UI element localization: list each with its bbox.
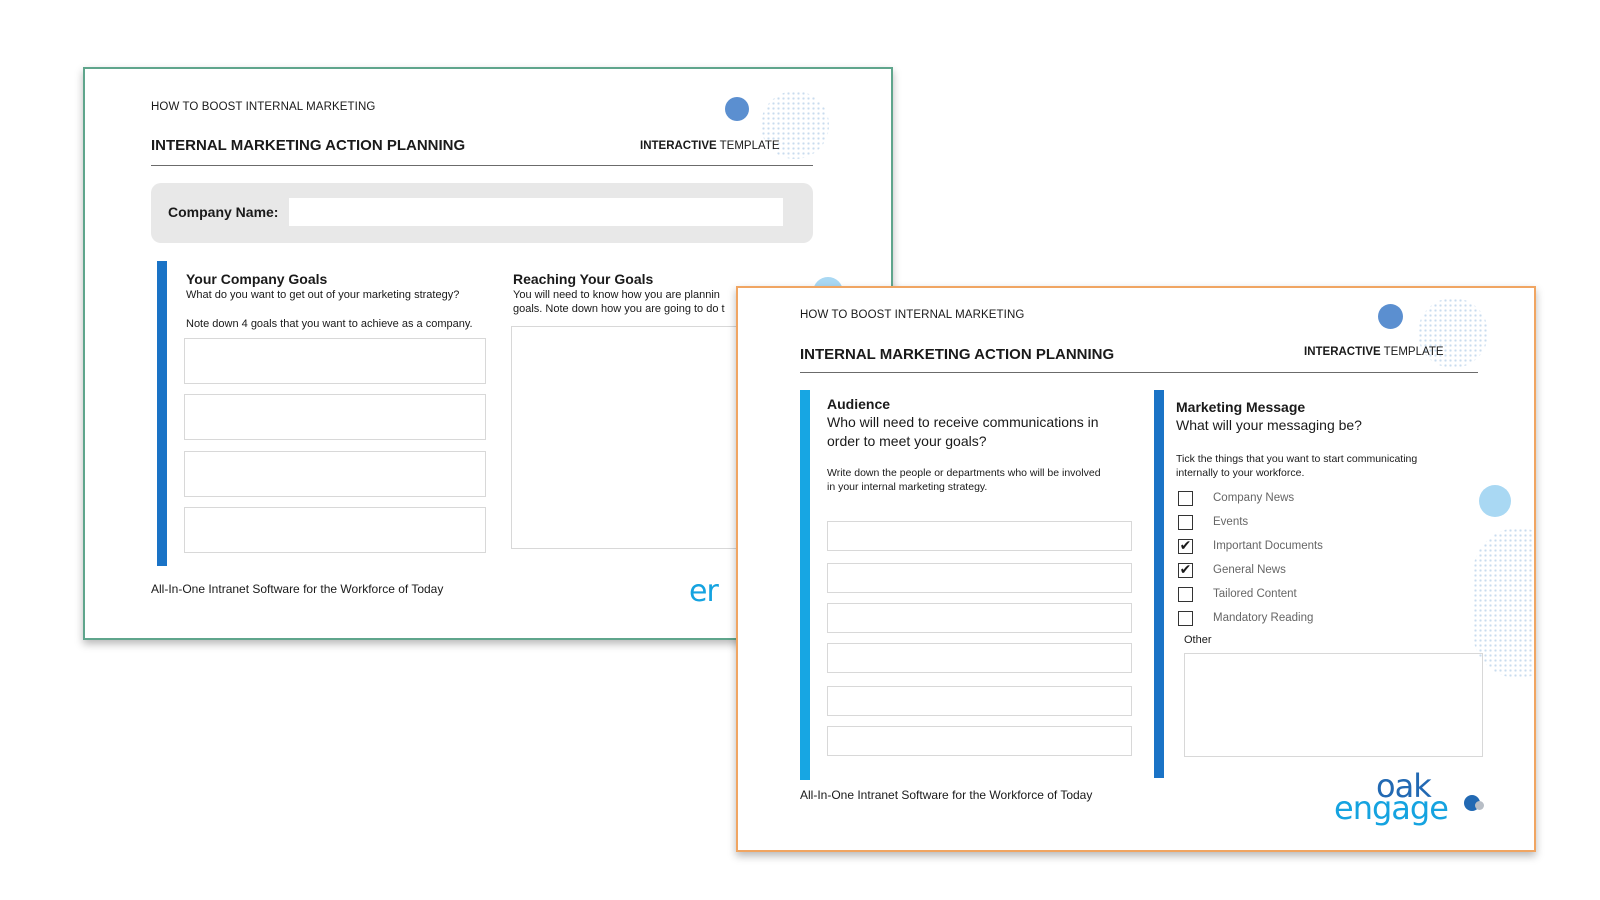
company-name-input[interactable] xyxy=(289,198,783,226)
option-label: Mandatory Reading xyxy=(1213,612,1314,624)
template-tag: INTERACTIVE TEMPLATE xyxy=(1304,346,1444,358)
title-rule xyxy=(800,372,1478,373)
goals-title: Your Company Goals xyxy=(186,271,328,287)
audience-title: Audience xyxy=(827,396,891,412)
option-label: Events xyxy=(1213,516,1249,528)
message-options-list: Company News Events ✔ Important Documents… xyxy=(1178,486,1323,630)
option-label: Company News xyxy=(1213,492,1295,504)
message-note-1: Tick the things that you want to start c… xyxy=(1176,453,1418,465)
audience-field-4[interactable] xyxy=(827,643,1132,673)
checkbox[interactable]: ✔ xyxy=(1178,562,1193,578)
logo-engage-text: engage xyxy=(1334,789,1449,827)
audience-field-2[interactable] xyxy=(827,563,1132,593)
template-tag: INTERACTIVE TEMPLATE xyxy=(640,140,780,152)
option-row-general-news[interactable]: ✔ General News xyxy=(1178,558,1323,582)
audience-field-3[interactable] xyxy=(827,603,1132,633)
footer-tagline: All-In-One Intranet Software for the Wor… xyxy=(800,788,1093,802)
option-label: General News xyxy=(1213,564,1286,576)
oak-engage-logo: oak engage xyxy=(1334,770,1494,840)
reaching-line-2: goals. Note down how you are going to do… xyxy=(513,303,725,315)
option-label: Tailored Content xyxy=(1213,588,1297,600)
decor-circle-light xyxy=(1479,485,1511,517)
audience-field-5[interactable] xyxy=(827,686,1132,716)
page-title: INTERNAL MARKETING ACTION PLANNING xyxy=(800,346,1115,363)
front-template-page: HOW TO BOOST INTERNAL MARKETING INTERNAL… xyxy=(736,286,1536,852)
audience-subtitle-2: order to meet your goals? xyxy=(827,433,987,449)
page-kicker: HOW TO BOOST INTERNAL MARKETING xyxy=(800,309,1025,321)
checkbox[interactable] xyxy=(1178,490,1193,506)
option-row-company-news[interactable]: Company News xyxy=(1178,486,1323,510)
tag-bold: INTERACTIVE xyxy=(1304,346,1381,358)
decor-circle xyxy=(1378,304,1403,329)
option-row-mandatory-reading[interactable]: Mandatory Reading xyxy=(1178,606,1323,630)
title-rule xyxy=(151,165,813,166)
checkbox[interactable] xyxy=(1178,586,1193,602)
checkbox[interactable] xyxy=(1178,514,1193,530)
page-title: INTERNAL MARKETING ACTION PLANNING xyxy=(151,137,466,154)
other-label: Other xyxy=(1184,634,1212,646)
decor-circle xyxy=(725,97,749,121)
tag-rest: TEMPLATE xyxy=(716,140,780,152)
option-row-tailored-content[interactable]: Tailored Content xyxy=(1178,582,1323,606)
decor-dots-tall xyxy=(1473,528,1534,678)
tag-rest: TEMPLATE xyxy=(1380,346,1444,358)
option-row-important-documents[interactable]: ✔ Important Documents xyxy=(1178,534,1323,558)
audience-subtitle-1: Who will need to receive communications … xyxy=(827,414,1099,430)
audience-note-2: in your internal marketing strategy. xyxy=(827,481,988,493)
message-note-2: internally to your workforce. xyxy=(1176,467,1305,479)
goals-note: Note down 4 goals that you want to achie… xyxy=(186,318,473,330)
message-subtitle: What will your messaging be? xyxy=(1176,417,1362,433)
message-title: Marketing Message xyxy=(1176,399,1306,415)
audience-note-1: Write down the people or departments who… xyxy=(827,467,1101,479)
audience-field-6[interactable] xyxy=(827,726,1132,756)
logo-dot-gray-icon xyxy=(1475,801,1484,810)
other-field[interactable] xyxy=(1184,653,1483,757)
audience-accent-bar xyxy=(800,390,810,780)
option-label: Important Documents xyxy=(1213,540,1323,552)
goals-accent-bar xyxy=(157,261,167,566)
message-accent-bar xyxy=(1154,390,1164,778)
page-kicker: HOW TO BOOST INTERNAL MARKETING xyxy=(151,101,376,113)
checkbox[interactable] xyxy=(1178,610,1193,626)
audience-field-1[interactable] xyxy=(827,521,1132,551)
goal-field-2[interactable] xyxy=(184,394,486,440)
goal-field-4[interactable] xyxy=(184,507,486,553)
company-label: Company Name: xyxy=(168,204,279,220)
option-row-events[interactable]: Events xyxy=(1178,510,1323,534)
goal-field-3[interactable] xyxy=(184,451,486,497)
checkbox[interactable]: ✔ xyxy=(1178,538,1193,554)
tag-bold: INTERACTIVE xyxy=(640,140,717,152)
reaching-line-1: You will need to know how you are planni… xyxy=(513,289,720,301)
reaching-title: Reaching Your Goals xyxy=(513,271,654,287)
company-panel: Company Name: xyxy=(151,183,813,243)
goal-field-1[interactable] xyxy=(184,338,486,384)
goals-subtitle: What do you want to get out of your mark… xyxy=(186,289,460,301)
footer-tagline: All-In-One Intranet Software for the Wor… xyxy=(151,582,444,596)
logo-fragment: er xyxy=(689,574,719,609)
